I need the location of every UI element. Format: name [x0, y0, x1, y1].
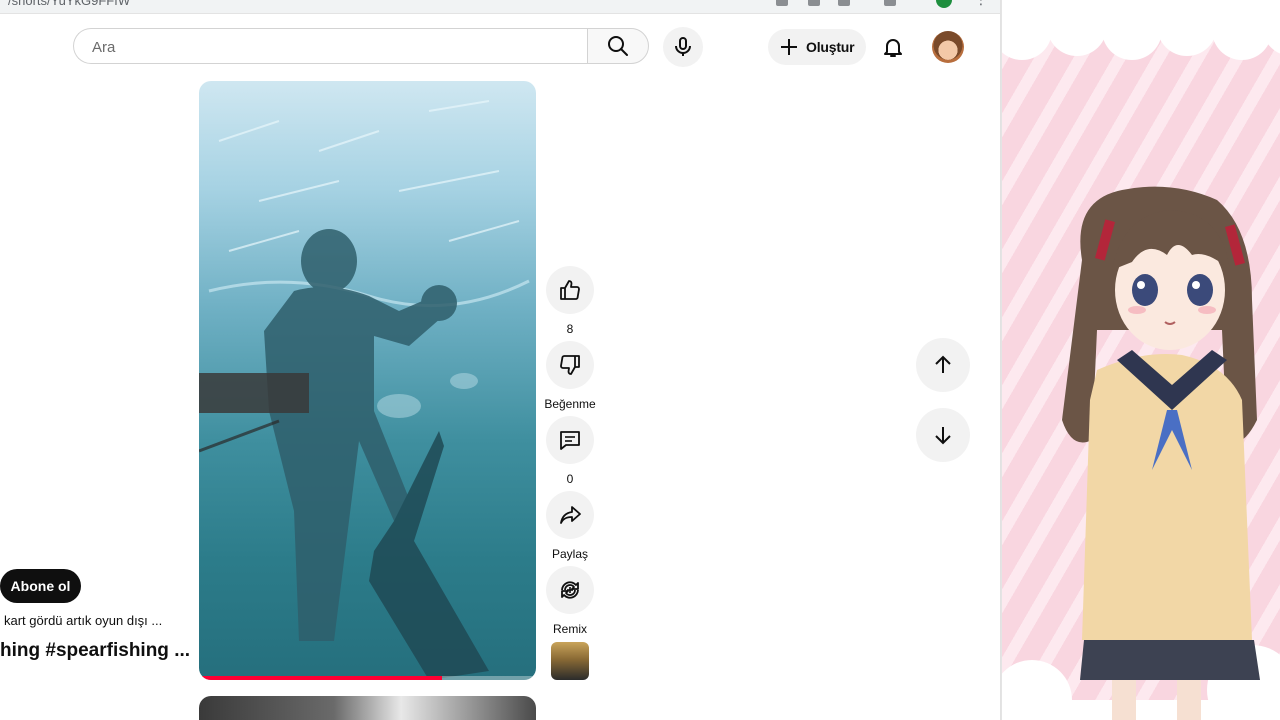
remix-label: Remix: [552, 622, 587, 636]
sound-thumbnail[interactable]: [551, 642, 589, 680]
create-button[interactable]: Oluştur: [768, 29, 866, 65]
bell-icon: [884, 39, 902, 57]
remix-icon: [561, 581, 579, 599]
search-button[interactable]: [587, 28, 649, 64]
translate-icon[interactable]: [776, 0, 788, 6]
dislike-button[interactable]: [546, 341, 594, 389]
reading-mode-icon[interactable]: [884, 0, 896, 6]
short-video-player[interactable]: [199, 81, 536, 680]
comment-count: 0: [566, 472, 574, 486]
share-icon: [560, 506, 581, 524]
video-title[interactable]: hing #spearfishing ...: [0, 640, 190, 662]
like-action: 8: [546, 266, 594, 336]
thumbs-up-icon: [560, 280, 580, 300]
like-button[interactable]: [546, 266, 594, 314]
user-avatar[interactable]: [932, 31, 964, 63]
next-short-preview[interactable]: [199, 696, 536, 720]
vtuber-overlay-panel: [1002, 0, 1280, 720]
browser-menu-icon[interactable]: ⋮: [974, 0, 988, 6]
video-description[interactable]: kart gördü artık oyun dışı ...: [4, 613, 162, 628]
arrow-up-icon: [935, 355, 951, 373]
subscribe-button[interactable]: Abone ol: [0, 569, 81, 603]
search-input[interactable]: [90, 29, 574, 65]
cast-icon[interactable]: [808, 0, 820, 6]
comment-action: 0: [546, 416, 594, 486]
share-label: Paylaş: [551, 547, 589, 561]
address-bar-text[interactable]: /shorts/YuYkG9FFfW: [8, 0, 130, 8]
screen: /shorts/YuYkG9FFfW ⋮ Oluştur: [0, 0, 1280, 720]
video-progress-bar[interactable]: [199, 676, 536, 680]
mic-icon: [675, 37, 691, 56]
search-icon: [608, 36, 628, 56]
thumbs-down-icon: [560, 355, 580, 375]
like-count: 8: [566, 322, 574, 336]
dislike-label: Beğenme: [544, 397, 596, 411]
diver-video-frame: [199, 100, 530, 680]
comment-button[interactable]: [546, 416, 594, 464]
plus-icon: [781, 39, 797, 55]
create-label: Oluştur: [806, 39, 855, 55]
share-button[interactable]: [546, 491, 594, 539]
voice-search-button[interactable]: [663, 27, 703, 67]
remix-button[interactable]: [546, 566, 594, 614]
dislike-action: Beğenme: [544, 341, 596, 411]
notifications-button[interactable]: [873, 27, 913, 67]
remix-action: Remix: [546, 566, 594, 636]
bookmark-star-icon[interactable]: [838, 0, 850, 6]
share-action: Paylaş: [546, 491, 594, 561]
vtuber-character-image: [1002, 0, 1280, 720]
video-progress-fill: [199, 676, 442, 680]
search-box: [73, 28, 587, 65]
comment-icon: [560, 431, 580, 450]
previous-short-button[interactable]: [916, 338, 970, 392]
browser-profile-icon[interactable]: [936, 0, 952, 8]
browser-toolbar: /shorts/YuYkG9FFfW ⋮: [0, 0, 1000, 14]
next-short-button[interactable]: [916, 408, 970, 462]
arrow-down-icon: [935, 427, 951, 445]
